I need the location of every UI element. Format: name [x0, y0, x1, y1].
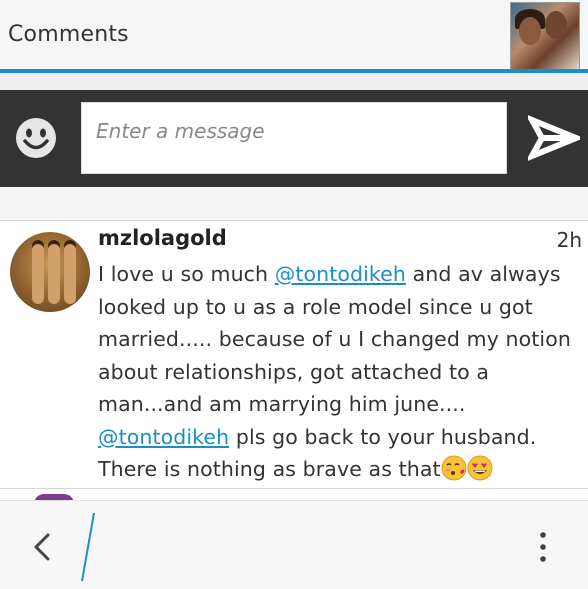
comment-timestamp: 2h: [556, 228, 582, 252]
bottom-action-bar: [0, 500, 588, 589]
mention-link[interactable]: @tontodikeh: [98, 425, 229, 449]
figure-body: [48, 244, 60, 304]
smiley-face-icon[interactable]: [14, 116, 58, 160]
face-shape: [545, 11, 567, 39]
face-shape: [519, 17, 541, 45]
divider: [0, 488, 588, 489]
chevron-left-icon[interactable]: [28, 529, 58, 565]
figure-body: [64, 244, 76, 304]
message-composer: [0, 90, 588, 187]
app-header: Comments: [0, 0, 588, 73]
comment-text-part: I love u so much: [98, 262, 275, 286]
post-thumbnail[interactable]: [510, 2, 580, 70]
figure-body: [32, 244, 44, 304]
avatar[interactable]: [10, 232, 90, 312]
divider: [0, 220, 588, 221]
spacer: [0, 73, 588, 90]
heart-eyes-face-icon: [467, 455, 493, 481]
message-input[interactable]: [94, 115, 498, 147]
more-vertical-icon[interactable]: [528, 529, 558, 565]
text-cursor-line: [78, 511, 98, 583]
kissing-face-with-heart-icon: [441, 455, 467, 481]
mention-link[interactable]: @tontodikeh: [275, 262, 406, 286]
spacer: [0, 187, 588, 220]
comment-text: I love u so much @tontodikeh and av alwa…: [98, 258, 586, 486]
comment-username[interactable]: mzlolagold: [98, 226, 227, 250]
page-title: Comments: [8, 22, 129, 47]
send-arrow-icon[interactable]: [525, 113, 584, 163]
message-box[interactable]: [81, 102, 507, 174]
